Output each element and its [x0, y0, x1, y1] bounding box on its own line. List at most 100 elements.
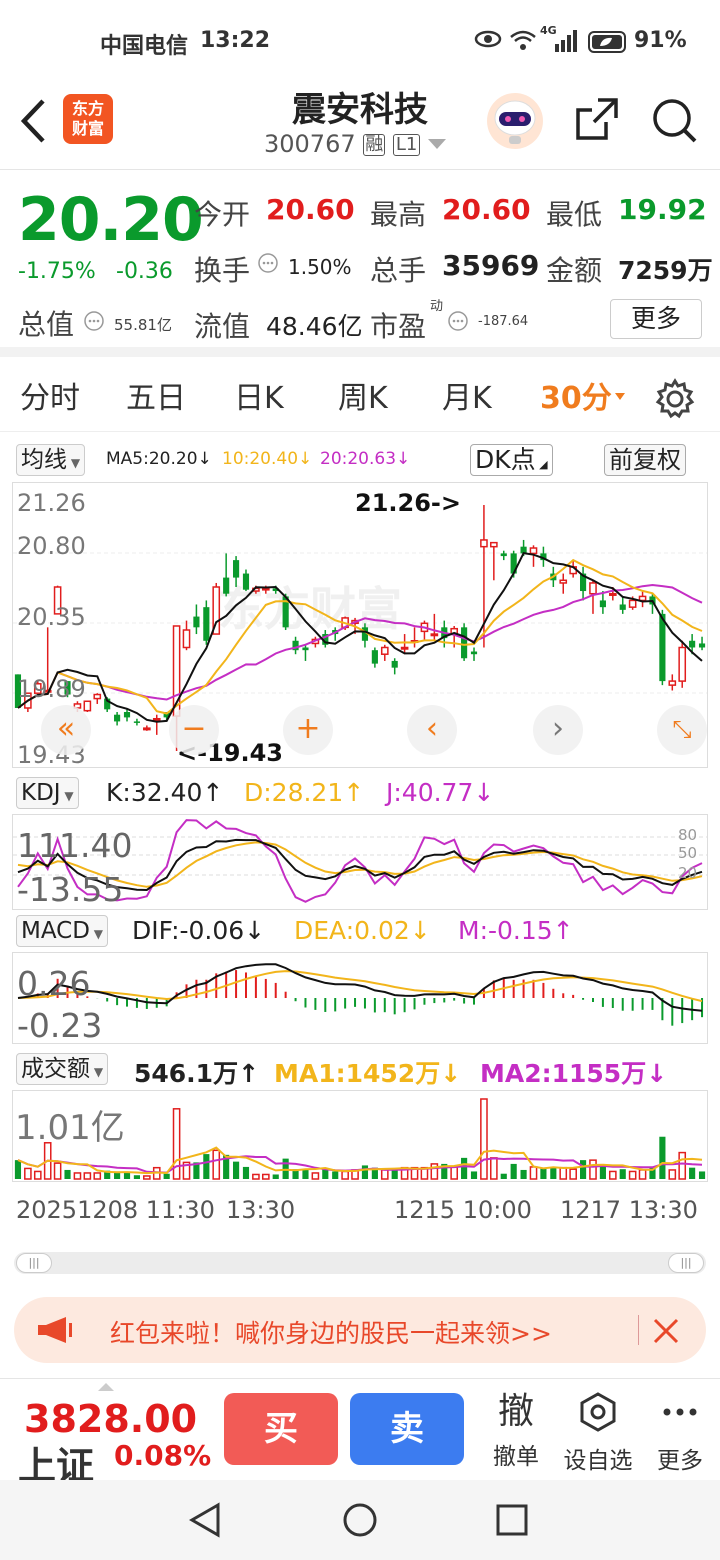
indicator-select-volume[interactable]: 成交额 ▼	[16, 1053, 109, 1085]
candle-body	[678, 646, 687, 682]
tab-30min[interactable]: 30分	[540, 368, 625, 432]
gear-icon[interactable]	[654, 378, 696, 424]
info-icon[interactable]	[84, 311, 104, 335]
quote-panel: 20.20 -1.75% -0.36 总值 55.81亿 今开 20.60 最高…	[0, 171, 720, 357]
tab-five-day[interactable]: 五日	[126, 368, 186, 432]
promo-banner[interactable]: 红包来啦！喊你身边的股民一起来领>>	[14, 1297, 706, 1363]
margin-tag: 融	[363, 134, 386, 156]
tab-daily-k[interactable]: 日K	[234, 368, 284, 432]
more-menu-button[interactable]: 更多	[650, 1391, 710, 1475]
indicator-select-ma[interactable]: 均线 ▼	[16, 444, 86, 476]
eye-icon	[474, 28, 502, 56]
volume-bar	[698, 1171, 706, 1179]
volume-bar	[311, 1172, 320, 1180]
scroll-left-fast-icon[interactable]: «	[41, 705, 91, 755]
volume-bar	[203, 1154, 210, 1179]
date-label-3: 1215 10:00	[394, 1196, 532, 1224]
volume-value: 35969	[442, 249, 540, 282]
tab-intraday[interactable]: 分时	[20, 368, 80, 432]
clock: 13:22	[200, 28, 271, 53]
volume-bar	[53, 1162, 62, 1180]
volume-panel[interactable]: 1.01亿	[12, 1090, 708, 1182]
volume-ma2: MA2:1155万↓	[480, 1059, 668, 1088]
add-watchlist-label: 设自选	[563, 1448, 633, 1474]
candle-body	[638, 595, 647, 602]
info-icon[interactable]	[448, 311, 468, 335]
volume-bar	[659, 1136, 666, 1179]
tab-monthly-k[interactable]: 月K	[442, 368, 492, 432]
volume-bar	[361, 1165, 369, 1179]
share-icon[interactable]	[574, 96, 620, 146]
volume-bar	[93, 1172, 102, 1180]
zoom-in-icon[interactable]: +	[283, 705, 333, 755]
kdj-top-label: 111.40	[17, 826, 132, 865]
candle-body	[223, 577, 230, 594]
volume-bar	[64, 1169, 71, 1179]
robot-assistant-icon[interactable]	[486, 92, 544, 154]
change-amount: -0.36	[116, 259, 173, 284]
volume-bar	[73, 1172, 82, 1180]
chevron-down-icon[interactable]	[428, 139, 447, 149]
indicator-select-kdj[interactable]: KDJ ▼	[16, 777, 79, 809]
macd-panel[interactable]: 0.26 -0.23	[12, 952, 708, 1045]
info-icon[interactable]	[258, 253, 278, 277]
dk-point-select[interactable]: DK点 ◢	[470, 444, 553, 476]
caret-up-icon[interactable]	[98, 1383, 114, 1391]
scroll-right-icon[interactable]: ›	[533, 705, 583, 755]
kdj-80-label: 80	[678, 826, 697, 844]
volume-bar	[83, 1172, 92, 1180]
open-value: 20.60	[266, 193, 355, 226]
search-icon[interactable]	[650, 96, 698, 148]
indicator-select-macd[interactable]: MACD ▼	[16, 915, 108, 947]
float-cap-label: 流值	[194, 310, 251, 343]
macd-chart: 0.26 -0.23	[17, 963, 704, 1045]
sell-button[interactable]: 卖	[350, 1393, 464, 1465]
volume-bar	[619, 1169, 626, 1179]
range-handle-left[interactable]: |||	[16, 1253, 52, 1273]
nav-back-icon[interactable]	[188, 1502, 222, 1542]
volume-bar	[510, 1163, 517, 1179]
kdj-bottom-label: -13.55	[17, 870, 123, 909]
buy-button[interactable]: 买	[224, 1393, 338, 1465]
nav-home-icon[interactable]	[342, 1502, 378, 1542]
candle-body	[182, 629, 191, 649]
dk-label: DK点	[475, 445, 536, 474]
kline-panel[interactable]: 东方财富 21.26 20.80 20.35 19.89 19.43 21.26…	[12, 482, 708, 768]
zoom-out-icon[interactable]: −	[169, 705, 219, 755]
more-menu-label: 更多	[657, 1448, 703, 1474]
banner-divider	[638, 1315, 639, 1345]
candle-body	[619, 604, 626, 610]
y-label-high: 21.26	[17, 489, 86, 517]
volume-chart: 1.01亿	[14, 1098, 706, 1180]
add-watchlist-button[interactable]: 设自选	[556, 1391, 640, 1475]
volume-bar	[322, 1169, 329, 1179]
range-scrollbar[interactable]: ||| |||	[14, 1252, 706, 1274]
back-icon[interactable]	[18, 98, 48, 148]
cancel-order-label: 撤单	[493, 1444, 539, 1470]
kdj-panel[interactable]: 111.40 -13.55 80 50 20	[12, 814, 708, 910]
close-icon[interactable]	[652, 1317, 680, 1349]
range-handle-right[interactable]: |||	[668, 1253, 704, 1273]
volume-bar	[232, 1161, 240, 1179]
more-button[interactable]: 更多	[610, 299, 702, 339]
volume-bar	[33, 1170, 42, 1180]
app-logo[interactable]: 东方 财富	[63, 94, 113, 144]
kdj-d: D:28.21↑	[244, 778, 365, 807]
change-percent: -1.75%	[18, 259, 96, 284]
fullscreen-icon[interactable]: ⤡	[657, 705, 707, 755]
volume-bar	[14, 1160, 22, 1179]
y-label-4: 19.89	[17, 675, 86, 703]
nav-recents-icon[interactable]	[496, 1504, 528, 1540]
tab-weekly-k[interactable]: 周K	[338, 368, 388, 432]
stock-header: 东方 财富 震安科技 300767 融 L1	[0, 80, 720, 170]
scroll-left-icon[interactable]: ‹	[407, 705, 457, 755]
volume-bar	[529, 1166, 538, 1180]
market-cap-label: 总值	[18, 308, 75, 341]
candle-body	[470, 651, 478, 655]
adjust-select[interactable]: 前复权	[604, 444, 686, 476]
volume-bar	[599, 1166, 606, 1179]
high-marker: 21.26->	[355, 489, 461, 517]
volume-label: 总手	[370, 254, 427, 287]
hexagon-icon	[580, 1392, 616, 1432]
cancel-order-button[interactable]: 撤 撤单	[488, 1391, 544, 1471]
